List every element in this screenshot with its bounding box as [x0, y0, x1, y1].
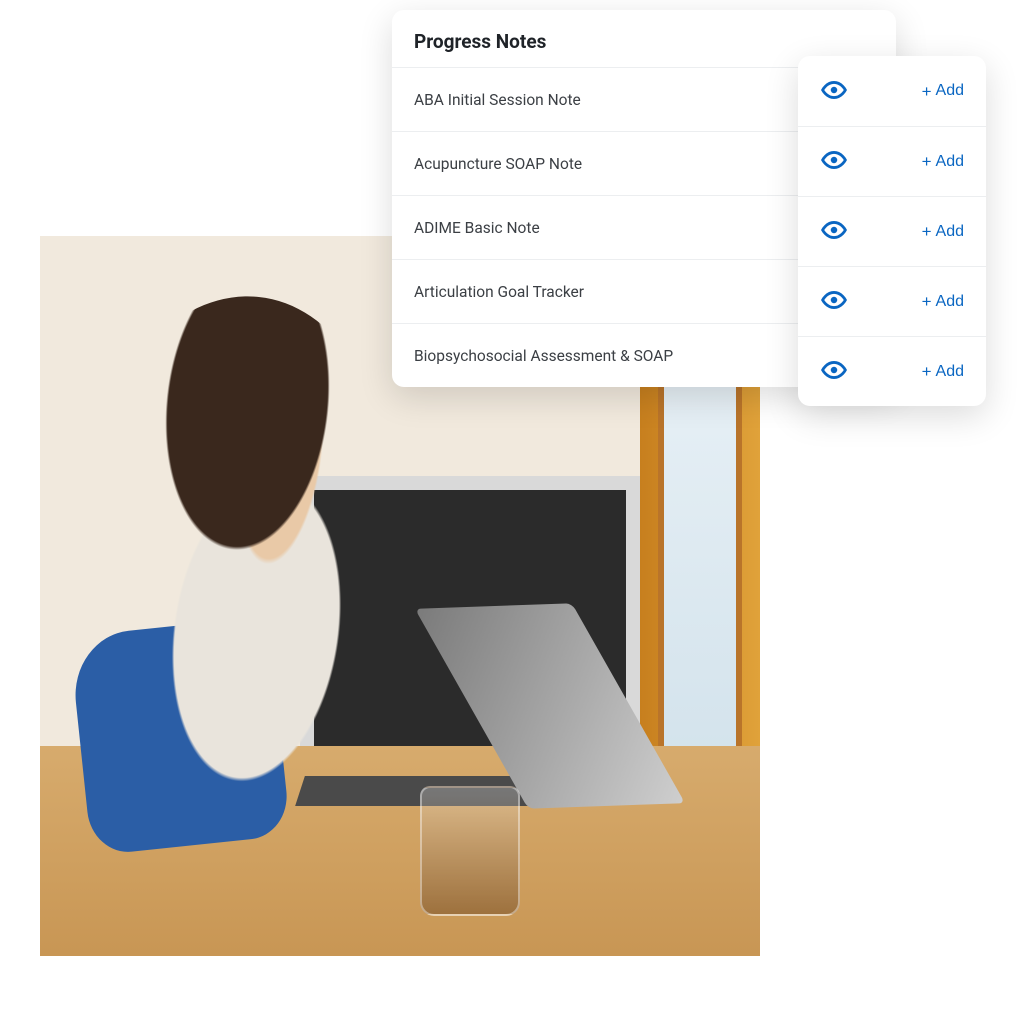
add-label: Add — [936, 223, 964, 241]
note-label: ABA Initial Session Note — [414, 91, 581, 109]
preview-button[interactable] — [820, 288, 848, 316]
note-label: Articulation Goal Tracker — [414, 283, 584, 301]
add-label: Add — [936, 363, 964, 381]
preview-button[interactable] — [820, 77, 848, 105]
note-action-row: + Add — [798, 196, 986, 266]
note-actions-panel: + Add + Add + Add — [798, 56, 986, 406]
add-button[interactable]: + Add — [922, 223, 964, 241]
plus-icon: + — [922, 293, 932, 310]
eye-icon — [821, 147, 847, 176]
note-action-row: + Add — [798, 56, 986, 126]
plus-icon: + — [922, 363, 932, 380]
photo-glass — [420, 786, 520, 916]
eye-icon — [821, 77, 847, 106]
preview-button[interactable] — [820, 148, 848, 176]
eye-icon — [821, 217, 847, 246]
preview-button[interactable] — [820, 358, 848, 386]
add-button[interactable]: + Add — [922, 363, 964, 381]
note-label: Biopsychosocial Assessment & SOAP — [414, 347, 673, 365]
add-button[interactable]: + Add — [922, 153, 964, 171]
plus-icon: + — [922, 83, 932, 100]
note-action-row: + Add — [798, 266, 986, 336]
note-action-row: + Add — [798, 336, 986, 406]
plus-icon: + — [922, 153, 932, 170]
add-button[interactable]: + Add — [922, 293, 964, 311]
note-label: ADIME Basic Note — [414, 219, 540, 237]
add-label: Add — [936, 153, 964, 171]
plus-icon: + — [922, 223, 932, 240]
add-label: Add — [936, 293, 964, 311]
note-action-row: + Add — [798, 126, 986, 196]
preview-button[interactable] — [820, 218, 848, 246]
note-label: Acupuncture SOAP Note — [414, 155, 582, 173]
add-label: Add — [936, 82, 964, 100]
eye-icon — [821, 287, 847, 316]
eye-icon — [821, 357, 847, 386]
add-button[interactable]: + Add — [922, 82, 964, 100]
